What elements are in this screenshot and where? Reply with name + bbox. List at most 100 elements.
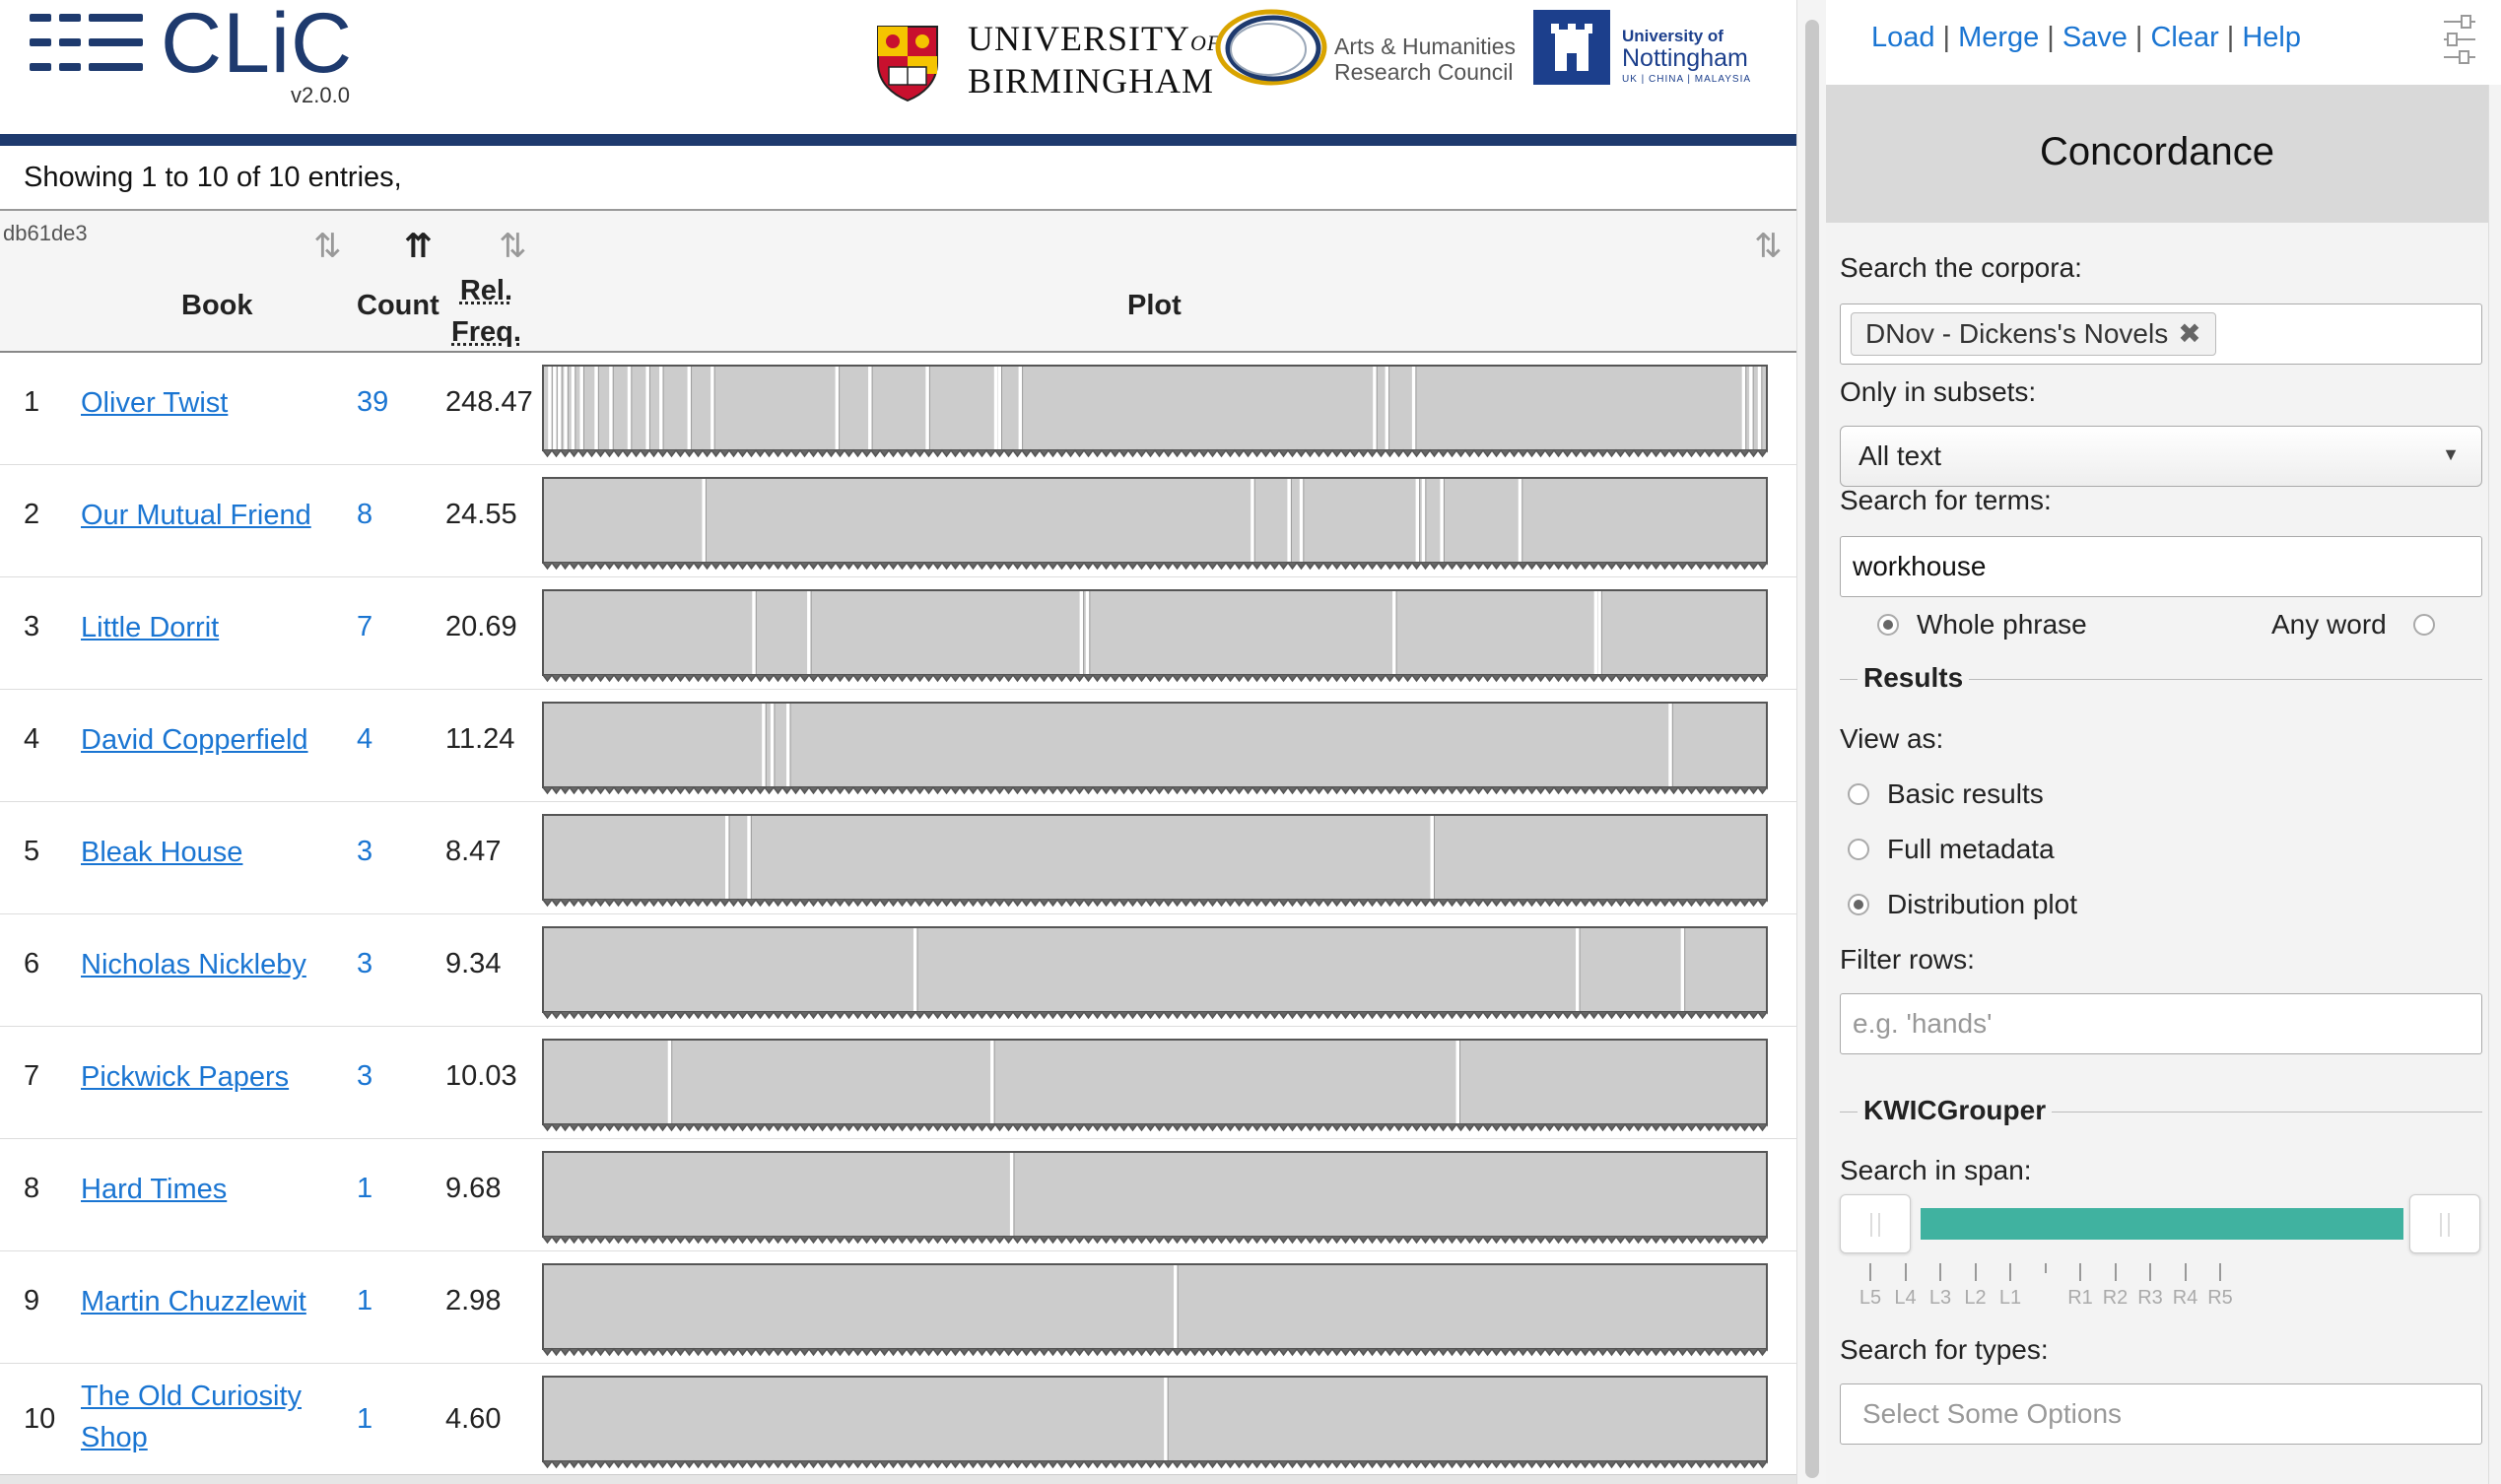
column-header-plot[interactable]: Plot: [1127, 290, 1182, 322]
clear-link[interactable]: Clear: [2150, 22, 2218, 53]
filter-input[interactable]: e.g. 'hands': [1840, 993, 2482, 1054]
distribution-plot[interactable]: [542, 814, 1768, 909]
book-link[interactable]: Oliver Twist: [81, 382, 228, 424]
distribution-plot[interactable]: [542, 1151, 1768, 1246]
count-link[interactable]: 3: [357, 1060, 372, 1093]
hit-marker: [1749, 367, 1754, 449]
sort-count-icon[interactable]: ⇈: [404, 227, 433, 266]
chevron-down-icon: ▼: [2442, 444, 2460, 464]
distribution-plot-label[interactable]: Distribution plot: [1887, 889, 2077, 920]
relfreq-value: 20.69: [445, 611, 517, 642]
load-link[interactable]: Load: [1871, 22, 1935, 53]
vertical-scrollbar-thumb[interactable]: [1805, 20, 1819, 1478]
count-link[interactable]: 1: [357, 1173, 372, 1205]
sort-plot-icon[interactable]: ⇅: [1754, 227, 1783, 266]
span-tick-label: R1: [2067, 1287, 2093, 1309]
whole-phrase-radio[interactable]: [1877, 614, 1899, 636]
save-link[interactable]: Save: [2062, 22, 2128, 53]
chip-remove-icon[interactable]: ✖: [2178, 318, 2200, 349]
span-slider[interactable]: [1840, 1194, 2482, 1253]
distribution-plot[interactable]: [542, 926, 1768, 1021]
span-tick-label: R4: [2172, 1287, 2198, 1309]
book-link[interactable]: Bleak House: [81, 832, 242, 873]
count-link[interactable]: 3: [357, 836, 372, 868]
count-link[interactable]: 39: [357, 386, 388, 419]
span-slider-left-handle[interactable]: [1840, 1194, 1911, 1253]
full-metadata-label[interactable]: Full metadata: [1887, 834, 2055, 865]
help-link[interactable]: Help: [2242, 22, 2301, 53]
span-tick-label: L3: [1928, 1287, 1952, 1309]
horizontal-scrollbar[interactable]: [0, 1474, 1796, 1484]
whole-phrase-label[interactable]: Whole phrase: [1917, 609, 2087, 641]
vertical-scrollbar[interactable]: [1796, 0, 1826, 1484]
panel-scrollbar[interactable]: [2488, 85, 2501, 1484]
relfreq-value: 4.60: [445, 1403, 502, 1435]
kwic-legend: KWICGrouper: [1858, 1095, 2053, 1126]
row-number: 2: [24, 499, 40, 530]
hit-marker: [579, 367, 584, 449]
relfreq-value: 2.98: [445, 1285, 502, 1316]
table-row[interactable]: 1 Oliver Twist 39 248.47: [0, 353, 1796, 465]
count-link[interactable]: 1: [357, 1403, 372, 1436]
count-link[interactable]: 8: [357, 499, 372, 531]
table-row[interactable]: 7 Pickwick Papers 3 10.03: [0, 1027, 1796, 1139]
subset-select[interactable]: All text ▼: [1840, 426, 2482, 487]
hit-marker: [1085, 591, 1090, 674]
any-word-label[interactable]: Any word: [2271, 609, 2387, 641]
distribution-plot[interactable]: [542, 1376, 1768, 1470]
table-row[interactable]: 4 David Copperfield 4 11.24: [0, 690, 1796, 802]
settings-sliders-icon[interactable]: [2442, 14, 2477, 65]
distribution-plot[interactable]: [542, 1263, 1768, 1358]
book-link[interactable]: The Old Curiosity Shop: [81, 1376, 327, 1458]
distribution-plot[interactable]: [542, 365, 1768, 459]
hit-marker: [1287, 479, 1292, 562]
any-word-radio[interactable]: [2413, 614, 2435, 636]
span-label: Search in span:: [1840, 1155, 2032, 1185]
distribution-plot-radio[interactable]: [1848, 894, 1869, 915]
full-metadata-radio[interactable]: [1848, 839, 1869, 860]
table-row[interactable]: 8 Hard Times 1 9.68: [0, 1139, 1796, 1251]
column-header-count[interactable]: Count: [357, 290, 439, 322]
table-row[interactable]: 5 Bleak House 3 8.47: [0, 802, 1796, 914]
filter-placeholder: e.g. 'hands': [1853, 1008, 1993, 1039]
distribution-plot[interactable]: [542, 477, 1768, 572]
corpus-chip[interactable]: DNov - Dickens's Novels ✖: [1851, 312, 2216, 356]
sort-relfreq-icon[interactable]: ⇅: [499, 227, 527, 266]
basic-results-label[interactable]: Basic results: [1887, 778, 2044, 810]
plot-background: [542, 589, 1768, 676]
book-link[interactable]: Martin Chuzzlewit: [81, 1281, 306, 1322]
app-title[interactable]: CLiC: [161, 0, 353, 93]
count-link[interactable]: 1: [357, 1285, 372, 1317]
hit-marker: [1018, 367, 1023, 449]
count-link[interactable]: 7: [357, 611, 372, 643]
menu-icon[interactable]: [30, 14, 143, 71]
hit-marker: [553, 367, 558, 449]
table-row[interactable]: 2 Our Mutual Friend 8 24.55: [0, 465, 1796, 577]
book-link[interactable]: Nicholas Nickleby: [81, 944, 306, 985]
subsets-label: Only in subsets:: [1840, 376, 2037, 407]
hit-marker: [993, 367, 998, 449]
book-link[interactable]: David Copperfield: [81, 719, 308, 761]
column-header-book[interactable]: Book: [181, 290, 253, 322]
table-row[interactable]: 3 Little Dorrit 7 20.69: [0, 577, 1796, 690]
table-row[interactable]: 6 Nicholas Nickleby 3 9.34: [0, 914, 1796, 1027]
count-link[interactable]: 4: [357, 723, 372, 756]
table-row[interactable]: 9 Martin Chuzzlewit 1 2.98: [0, 1251, 1796, 1364]
basic-results-radio[interactable]: [1848, 783, 1869, 805]
column-header-relfreq[interactable]: Rel. Freq.: [451, 270, 521, 353]
merge-link[interactable]: Merge: [1958, 22, 2039, 53]
span-slider-right-handle[interactable]: [2409, 1194, 2480, 1253]
book-link[interactable]: Our Mutual Friend: [81, 495, 311, 536]
distribution-plot[interactable]: [542, 702, 1768, 796]
sort-book-icon[interactable]: ⇅: [313, 227, 342, 266]
book-link[interactable]: Pickwick Papers: [81, 1056, 289, 1098]
book-link[interactable]: Little Dorrit: [81, 607, 219, 648]
corpora-select[interactable]: DNov - Dickens's Novels ✖: [1840, 304, 2482, 365]
terms-input[interactable]: workhouse: [1840, 536, 2482, 597]
types-select[interactable]: Select Some Options: [1840, 1383, 2482, 1445]
book-link[interactable]: Hard Times: [81, 1169, 227, 1210]
count-link[interactable]: 3: [357, 948, 372, 980]
distribution-plot[interactable]: [542, 589, 1768, 684]
distribution-plot[interactable]: [542, 1039, 1768, 1133]
table-row[interactable]: 10 The Old Curiosity Shop 1 4.60: [0, 1364, 1796, 1476]
